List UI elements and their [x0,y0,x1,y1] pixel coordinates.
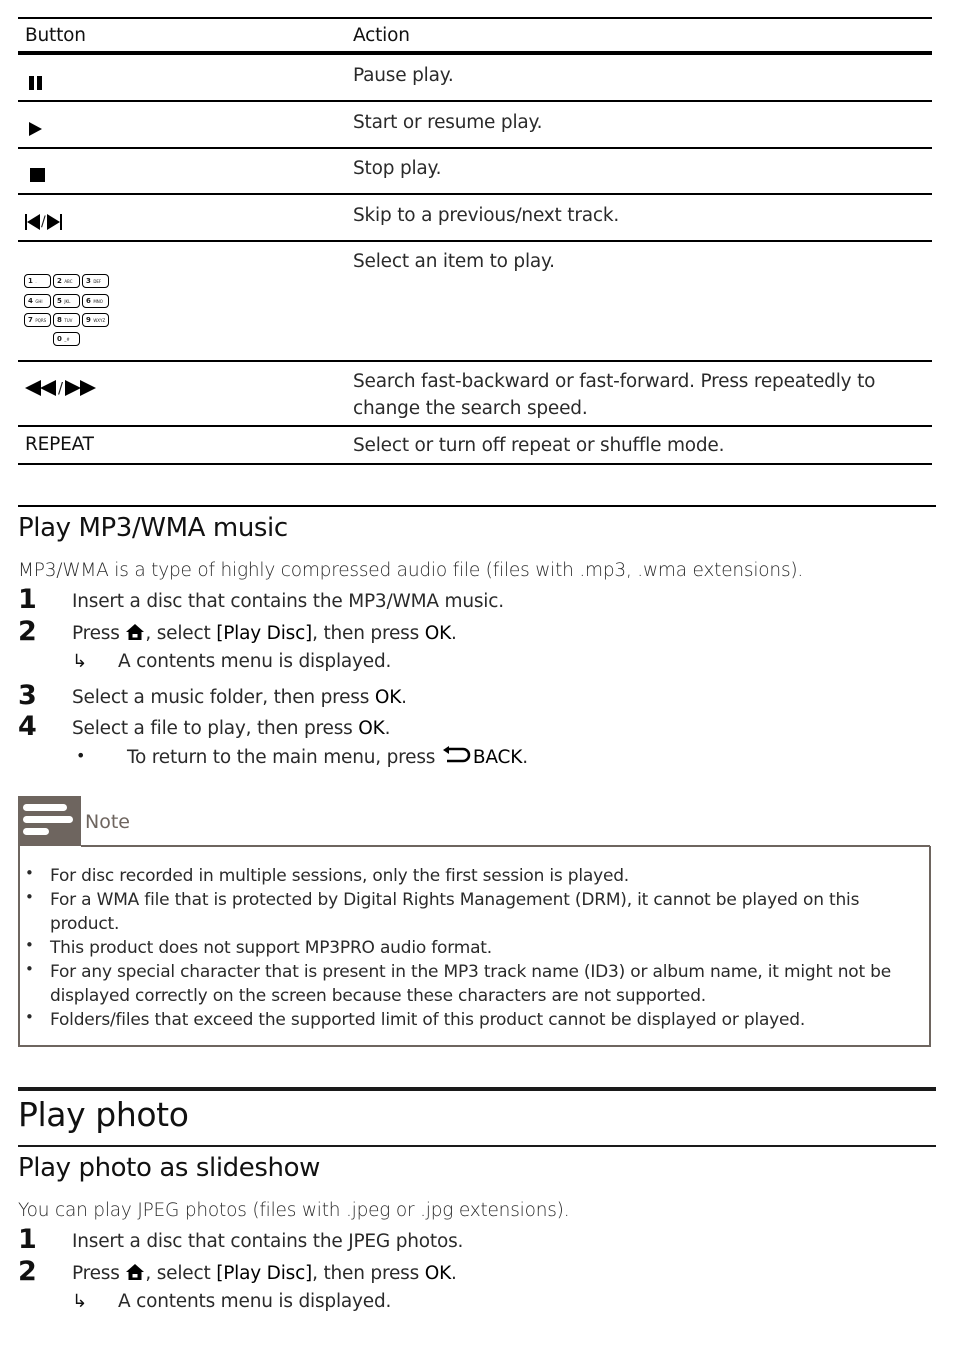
section-intro: MP3/WMA is a type of highly compressed a… [18,560,804,581]
stop-icon [30,168,45,182]
fast-backward-forward-icon: / [25,379,97,397]
row-divider [18,147,932,149]
fast-backward-icon [25,380,56,396]
action-text-line1: Search fast-backward or fast-forward. Pr… [353,371,876,392]
note-item-continued: product. [50,914,120,934]
bullet: • [25,936,34,954]
action-text: Start or resume play. [353,112,543,133]
next-icon [46,214,62,230]
keypad-key: 5 JKL [53,294,80,308]
table-top-rule [18,17,932,19]
bullet: • [76,746,86,765]
table-header-rule [18,51,932,55]
result-arrow-icon: ↳ [72,1291,88,1312]
header-action: Action [353,25,410,46]
keypad-key: 4 GHI [24,294,51,308]
table-bottom-rule [18,463,932,465]
note-item-continued: displayed correctly on the screen becaus… [50,986,706,1006]
step-number: 2 [18,616,37,647]
section-divider [18,505,936,507]
step-number: 1 [18,1224,37,1255]
keypad-key: 8 TUV [53,313,80,327]
keypad-key: 3 DEF [82,274,109,288]
note-top-border [81,845,930,847]
play-icon [29,121,42,140]
keypad-key: 1 . [24,274,51,288]
step-text: Select a file to play, then press OK. [72,718,391,739]
step-result: A contents menu is displayed. [118,651,392,672]
bullet: • [25,1008,34,1026]
bullet-text: To return to the main menu, press BACK. [127,746,528,768]
row-divider [18,240,932,242]
note-item: For disc recorded in multiple sessions, … [50,866,630,886]
keypad-key: 2 ABC [53,274,80,288]
note-item: For any special character that is presen… [50,962,891,982]
note-right-border [929,846,931,1046]
note-icon [18,796,81,846]
step-result: A contents menu is displayed. [118,1291,392,1312]
action-text: Pause play. [353,65,454,86]
row-divider [18,425,932,427]
separator: / [58,379,64,397]
step-number: 3 [18,680,37,711]
note-item: For a WMA file that is protected by Digi… [50,890,860,910]
bullet: • [25,888,34,906]
pause-icon [29,75,42,94]
bullet: • [25,960,34,978]
action-text: Stop play. [353,158,442,179]
fast-forward-icon [65,380,97,396]
bullet: • [25,864,34,882]
keypad-key: 0 _# [53,332,80,346]
step-number: 2 [18,1256,37,1287]
result-arrow-icon: ↳ [72,651,88,672]
step-text: Press , select [Play Disc], then press O… [72,623,457,644]
section-intro: You can play JPEG photos (files with .jp… [18,1200,570,1221]
note-title: Note [85,811,130,833]
note-item: Folders/files that exceed the supported … [50,1010,806,1030]
action-text: Skip to a previous/next track. [353,205,620,226]
note-bottom-border [18,1045,931,1047]
step-text: Insert a disc that contains the MP3/WMA … [72,591,504,612]
action-text-line2: change the search speed. [353,398,588,419]
previous-icon [25,214,40,230]
home-icon [126,1264,145,1280]
repeat-button-label: REPEAT [25,434,94,455]
step-text: Press , select [Play Disc], then press O… [72,1263,457,1284]
chapter-title: Play photo [18,1095,189,1134]
action-text: Select an item to play. [353,251,555,272]
section-title: Play photo as slideshow [18,1153,320,1183]
keypad-key: 9 WXYZ [82,313,109,327]
numeric-keypad-icon: 1 . 2 ABC 3 DEF 4 GHI 5 JKL 6 MNO 7 PQRS… [24,274,114,349]
step-text: Insert a disc that contains the JPEG pho… [72,1231,464,1252]
note-item: This product does not support MP3PRO aud… [50,938,492,958]
back-icon [442,746,471,763]
chapter-divider [18,1087,936,1091]
action-text: Select or turn off repeat or shuffle mod… [353,435,725,456]
header-button: Button [25,25,86,46]
row-divider [18,360,932,362]
separator: / [41,214,46,230]
home-icon [126,624,145,640]
step-number: 1 [18,584,37,615]
section-divider [18,1145,936,1147]
keypad-key: 6 MNO [82,294,109,308]
note-left-border [18,846,20,1046]
section-title: Play MP3/WMA music [18,513,288,543]
step-number: 4 [18,711,37,742]
row-divider [18,100,932,102]
previous-next-icon: / [25,214,62,230]
step-text: Select a music folder, then press OK. [72,687,407,708]
keypad-key: 7 PQRS [24,313,51,327]
row-divider [18,193,932,195]
